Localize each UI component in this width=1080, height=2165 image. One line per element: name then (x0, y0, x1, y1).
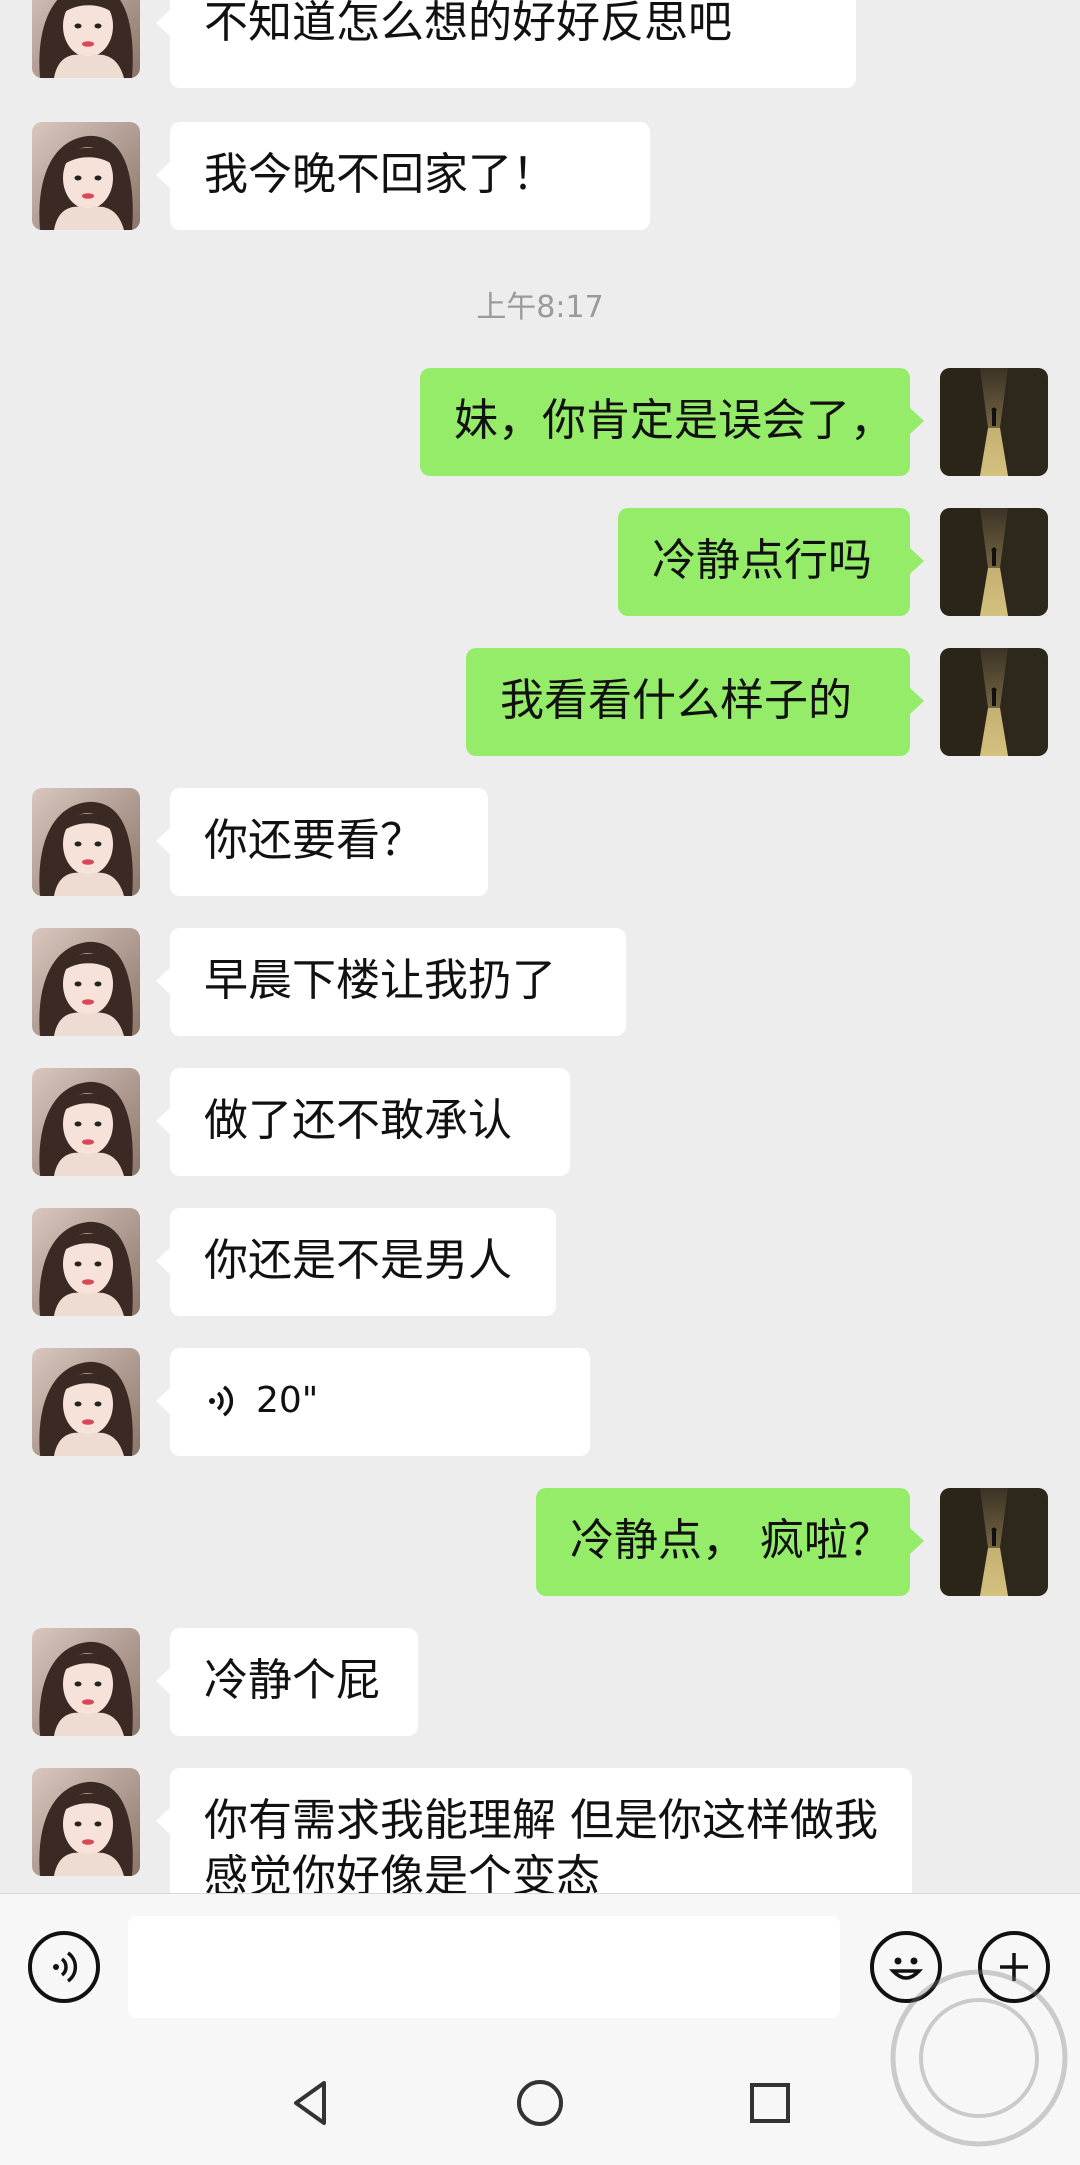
message-bubble[interactable]: 冷静点， 疯啦？ (536, 1488, 924, 1596)
message-text: 不知道怎么想的好好反思吧 (204, 0, 732, 48)
voice-toggle-icon[interactable] (28, 1931, 100, 2003)
message-text: 你还是不是男人 (204, 1235, 512, 1286)
message-bubble[interactable]: 我今晚不回家了！ (156, 122, 650, 230)
message-input[interactable] (128, 1916, 840, 2018)
my-avatar[interactable] (940, 1488, 1048, 1596)
message-bubble[interactable]: 冷静点行吗 (618, 508, 924, 616)
voice-message-bubble[interactable]: 20" (156, 1348, 590, 1456)
contact-avatar[interactable] (32, 1768, 140, 1876)
message-text: 你有需求我能理解 但是你这样做我感觉你好像是个变态 (204, 1795, 878, 1893)
home-circle-icon[interactable] (510, 2073, 570, 2133)
my-avatar[interactable] (940, 648, 1048, 756)
message-bubble[interactable]: 我看看什么样子的 (466, 648, 924, 756)
contact-avatar[interactable] (32, 1068, 140, 1176)
contact-avatar[interactable] (32, 122, 140, 230)
message-text: 冷静点， 疯啦？ (570, 1515, 892, 1566)
input-bar (0, 1893, 1080, 2044)
system-nav-bar (0, 2043, 1080, 2165)
emoji-icon[interactable] (870, 1931, 942, 2003)
contact-avatar[interactable] (32, 928, 140, 1036)
message-timestamp: 上午8:17 (476, 290, 604, 325)
my-avatar[interactable] (940, 508, 1048, 616)
message-bubble[interactable]: 冷静个屁 (156, 1628, 418, 1736)
message-text: 妹，你肯定是误会了， (454, 395, 894, 446)
contact-avatar[interactable] (32, 1628, 140, 1736)
message-text: 冷静个屁 (204, 1655, 380, 1706)
my-avatar[interactable] (940, 368, 1048, 476)
voice-wave-icon (209, 1385, 234, 1417)
message-text: 冷静点行吗 (652, 535, 872, 586)
message-text: 你还要看？ (204, 815, 424, 866)
message-bubble[interactable]: 早晨下楼让我扔了 (156, 928, 626, 1036)
message-text: 我今晚不回家了！ (204, 149, 556, 200)
plus-icon[interactable] (978, 1931, 1050, 2003)
message-text: 我看看什么样子的 (500, 675, 852, 726)
message-bubble[interactable]: 你有需求我能理解 但是你这样做我感觉你好像是个变态 (156, 1768, 912, 1893)
voice-duration: 20" (256, 1380, 319, 1421)
message-text: 做了还不敢承认 (204, 1095, 512, 1146)
message-bubble[interactable]: 你还要看？ (156, 788, 488, 896)
message-bubble[interactable]: 做了还不敢承认 (156, 1068, 570, 1176)
message-bubble[interactable]: 妹，你肯定是误会了， (420, 368, 924, 476)
back-triangle-icon[interactable] (280, 2073, 340, 2133)
contact-avatar[interactable] (32, 0, 140, 78)
message-text: 早晨下楼让我扔了 (204, 955, 556, 1006)
contact-avatar[interactable] (32, 788, 140, 896)
chat-area[interactable]: 不知道怎么想的好好反思吧 我今晚不回家了！ 上午8:17 妹，你肯定是误会了， 冷静点行… (0, 0, 1080, 1893)
recents-square-icon[interactable] (740, 2073, 800, 2133)
message-bubble[interactable]: 你还是不是男人 (156, 1208, 556, 1316)
contact-avatar[interactable] (32, 1208, 140, 1316)
message-bubble[interactable]: 不知道怎么想的好好反思吧 (156, 0, 856, 88)
contact-avatar[interactable] (32, 1348, 140, 1456)
